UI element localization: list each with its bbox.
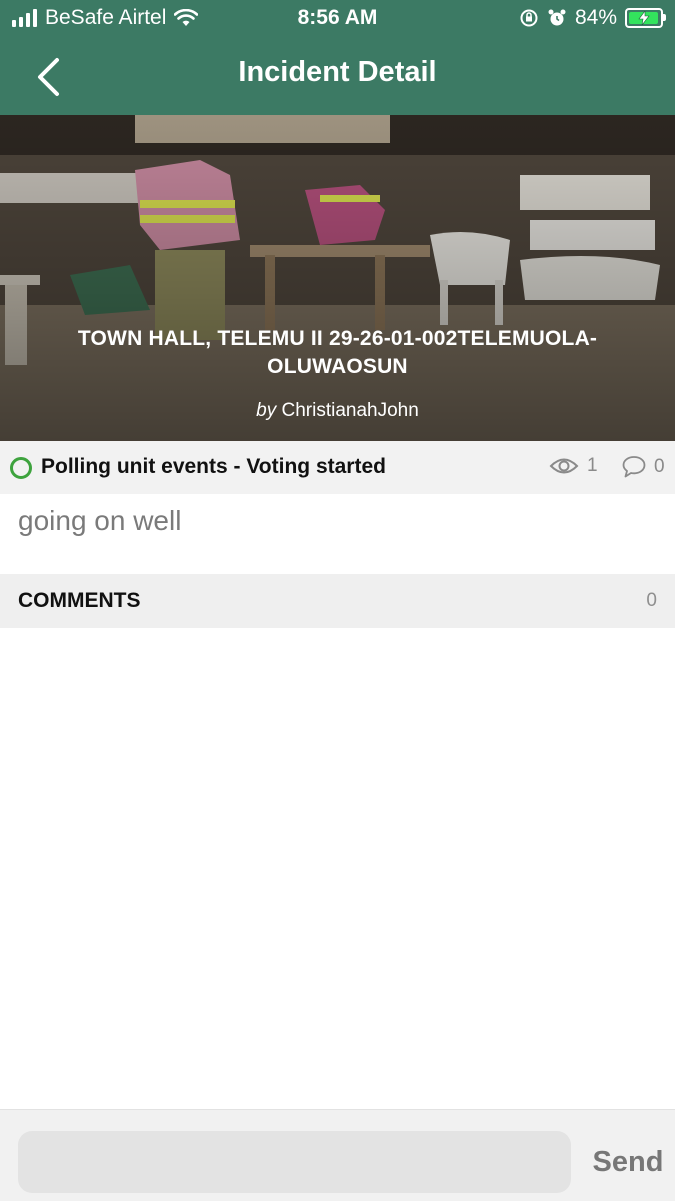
views-count: 1: [587, 455, 598, 476]
incident-category: Polling unit events - Voting started: [41, 455, 386, 478]
incident-author-line: by ChristianahJohn: [0, 400, 675, 422]
comment-count-inline: 0: [654, 456, 665, 477]
app-header: BeSafe Airtel 8:56 AM 84% Incident Detai…: [0, 0, 675, 115]
rotation-lock-icon: [520, 9, 538, 27]
photo-overlay: [0, 115, 675, 441]
comments-stat[interactable]: 0: [622, 455, 665, 479]
incident-photo[interactable]: TOWN HALL, TELEMU II 29-26-01-002TELEMUO…: [0, 115, 675, 441]
send-button[interactable]: Send: [588, 1140, 668, 1184]
comments-section-header: COMMENTS 0: [0, 574, 675, 628]
comments-title: COMMENTS: [18, 589, 141, 612]
author-name: ChristianahJohn: [281, 400, 419, 421]
eye-icon: [549, 458, 579, 474]
battery-percent: 84%: [574, 6, 617, 29]
incident-category-row: Polling unit events - Voting started 1 0: [0, 441, 675, 494]
status-bar: BeSafe Airtel 8:56 AM 84%: [0, 0, 675, 38]
comments-count: 0: [646, 590, 657, 611]
comment-input[interactable]: [18, 1131, 571, 1193]
battery-charging-icon: [625, 8, 666, 28]
alarm-icon: [548, 9, 566, 26]
comment-composer: Send: [0, 1109, 675, 1201]
status-circle-icon: [10, 457, 32, 479]
author-prefix: by: [256, 400, 277, 421]
views-stat: 1: [549, 455, 598, 477]
incident-location: TOWN HALL, TELEMU II 29-26-01-002TELEMUO…: [77, 327, 598, 378]
page-title: Incident Detail: [238, 56, 437, 88]
incident-description: going on well: [18, 505, 182, 536]
comment-bubble-icon: [622, 456, 646, 478]
